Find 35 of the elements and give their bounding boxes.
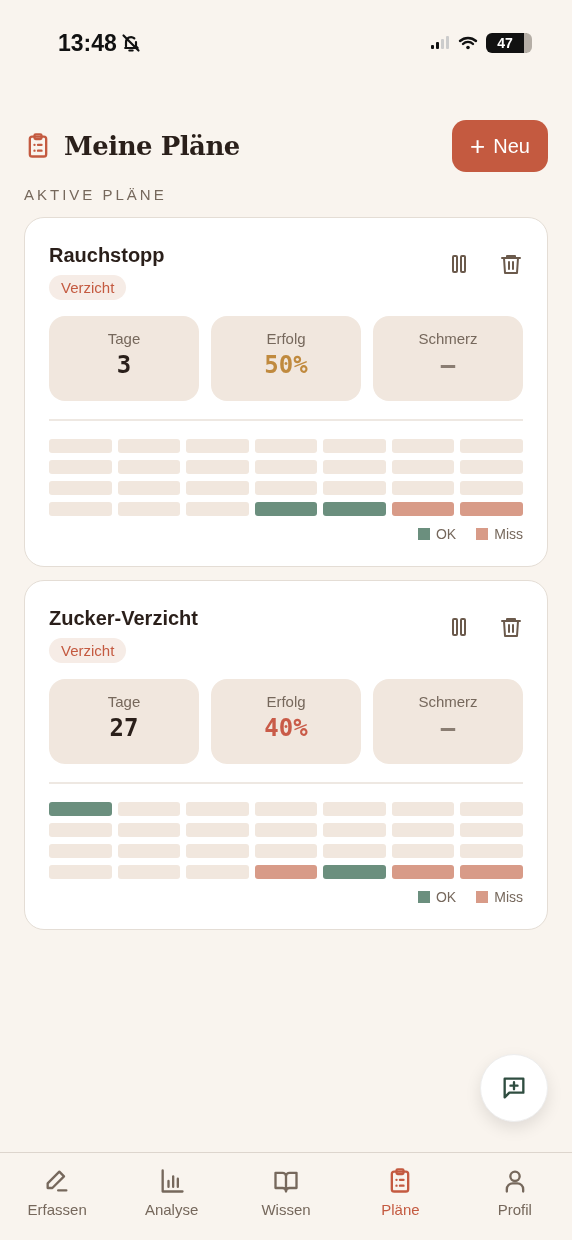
legend-label: OK <box>436 526 457 542</box>
tab[interactable]: Wissen <box>228 1153 344 1240</box>
stat-value: — <box>440 714 456 742</box>
trash-icon[interactable] <box>499 615 523 639</box>
stat-label: Tage <box>107 330 141 347</box>
battery-indicator: 47 <box>486 33 532 53</box>
stat-label: Tage <box>107 693 141 710</box>
stat-label: Erfolg <box>266 693 306 710</box>
status-time: 13:48 <box>58 29 117 57</box>
signal-icon <box>430 36 450 50</box>
stat-value: 50% <box>264 351 308 379</box>
section-label: AKTIVE PLÄNE <box>24 186 168 203</box>
page-title: Meine Pläne <box>64 131 240 161</box>
stat-label: Schmerz <box>418 693 478 710</box>
bell-muted-icon <box>120 33 141 53</box>
tab[interactable]: Profil <box>457 1153 572 1240</box>
stat-value: 40% <box>264 714 308 742</box>
stat-value: 3 <box>116 351 132 379</box>
plan-name: Rauchstopp <box>49 244 165 267</box>
tab[interactable]: Analyse <box>114 1153 229 1240</box>
wifi-icon <box>458 36 478 50</box>
stat-value: 27 <box>109 714 139 742</box>
category-tag: Verzicht <box>49 638 127 663</box>
tab[interactable]: Pläne <box>343 1153 458 1240</box>
legend-label: Miss <box>494 526 523 542</box>
new-button[interactable]: + Neu <box>452 120 548 172</box>
plan-name: Zucker-Verzicht <box>49 607 198 630</box>
stat-value: — <box>440 351 456 379</box>
stat-label: Erfolg <box>266 330 306 347</box>
tab[interactable]: Erfassen <box>0 1153 115 1240</box>
trash-icon[interactable] <box>499 252 523 276</box>
category-tag: Verzicht <box>49 275 127 300</box>
stat-label: Schmerz <box>418 330 478 347</box>
legend-label: Miss <box>494 889 523 905</box>
legend-label: OK <box>436 889 457 905</box>
